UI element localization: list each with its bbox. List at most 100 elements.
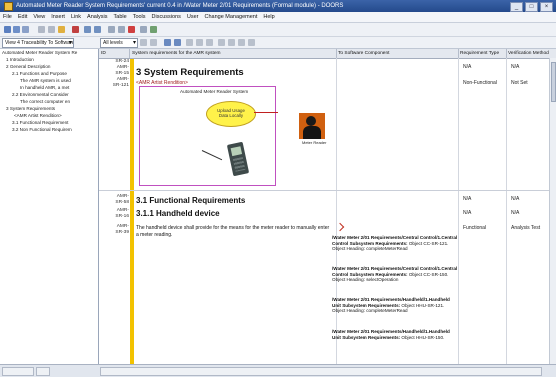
doors-window: Automated Meter Reader System Requiremen… <box>0 0 556 377</box>
id-cell: AMR- SR-16 <box>115 208 129 219</box>
maximize-button[interactable]: □ <box>525 2 538 12</box>
filter-icon[interactable] <box>118 26 125 33</box>
link-entry[interactable]: /Water Meter 2/01 Requirements/Central C… <box>332 266 458 283</box>
vertical-scrollbar[interactable] <box>549 58 556 364</box>
menu-user[interactable]: User <box>184 12 202 22</box>
redo-icon[interactable] <box>94 26 101 33</box>
app-icon <box>4 2 13 11</box>
tree-item-system-requirements[interactable]: 3 System Requirements <box>0 105 98 112</box>
functional-requirements-heading[interactable]: 3.1 Functional Requirements <box>136 196 245 205</box>
verif-method-cell[interactable]: N/A <box>511 64 519 70</box>
italic-icon[interactable] <box>238 39 245 46</box>
col-software-component-header[interactable]: To Software Component <box>336 49 459 58</box>
link-entry[interactable]: /Water Meter 2/01 Requirements/Handheld/… <box>332 329 458 340</box>
menu-file[interactable]: File <box>0 12 15 22</box>
tree-root[interactable]: Automated Meter Reader System Re <box>0 49 98 56</box>
copy-icon[interactable] <box>48 26 55 33</box>
verif-method-cell[interactable]: Analysis Test <box>511 225 551 231</box>
handheld-requirement-text[interactable]: The handheld device shall provide for th… <box>136 225 332 238</box>
verif-method-cell[interactable]: N/A <box>511 210 519 216</box>
req-type-cell[interactable]: N/A <box>463 196 471 202</box>
level-select[interactable]: All levels <box>100 38 138 48</box>
link-icon[interactable] <box>128 26 135 33</box>
tree-item-artist-rendition[interactable]: <AMR Artist Rendition> <box>0 112 98 119</box>
tree-item-general-description[interactable]: 2 General Description <box>0 63 98 70</box>
open-icon[interactable] <box>22 26 29 33</box>
col-requirement-type-header[interactable]: Requirement Type <box>458 49 507 58</box>
insert-object-icon[interactable] <box>164 39 171 46</box>
minimize-button[interactable]: _ <box>510 2 523 12</box>
menu-help[interactable]: Help <box>260 12 277 22</box>
link-entry[interactable]: /Water Meter 2/01 Requirements/Central C… <box>332 235 458 252</box>
link-entry[interactable]: /Water Meter 2/01 Requirements/Handheld/… <box>332 297 458 314</box>
level-down-icon[interactable] <box>150 39 157 46</box>
menu-tools[interactable]: Tools <box>130 12 149 22</box>
ole-icon[interactable] <box>206 39 213 46</box>
verif-method-cell[interactable]: Not Set <box>511 80 528 86</box>
picture-icon[interactable] <box>196 39 203 46</box>
delete-icon[interactable] <box>72 26 79 33</box>
col-id-header[interactable]: ID <box>99 49 130 58</box>
table-icon[interactable] <box>186 39 193 46</box>
close-button[interactable]: × <box>540 2 553 12</box>
column-divider <box>506 58 507 364</box>
selection-bar <box>130 59 134 364</box>
menu-edit[interactable]: Edit <box>15 12 30 22</box>
req-type-cell[interactable]: Non-Functional <box>463 80 497 86</box>
tree-item-handheld-amr[interactable]: In handheld AMR, a met <box>0 84 98 91</box>
sort-icon[interactable] <box>140 26 147 33</box>
tree-item-amr-used[interactable]: The AMR system is used <box>0 77 98 84</box>
refresh-icon[interactable] <box>150 26 157 33</box>
requirements-grid: ID System requirements for the AMR syste… <box>99 49 556 364</box>
spell-check-icon[interactable] <box>218 39 225 46</box>
amr-diagram: Automated Meter Reader System Upload Usa… <box>139 86 278 186</box>
find-icon[interactable] <box>108 26 115 33</box>
save-icon[interactable] <box>4 26 11 33</box>
view-select[interactable]: View 4 Traceability To Software Co... <box>2 38 74 48</box>
underline-icon[interactable] <box>248 39 255 46</box>
verif-method-cell[interactable]: N/A <box>511 196 519 202</box>
col-verification-method-header[interactable]: Verification Method <box>506 49 556 58</box>
cut-icon[interactable] <box>38 26 45 33</box>
handheld-device-image <box>226 141 250 177</box>
req-type-cell[interactable]: N/A <box>463 210 471 216</box>
col-requirements-header[interactable]: System requirements for the AMR system <box>130 49 337 58</box>
menu-table[interactable]: Table <box>111 12 130 22</box>
tree-item-computer-env[interactable]: The correct computer en <box>0 98 98 105</box>
tree-item-functions-purpose[interactable]: 2.1 Functions and Purpose <box>0 70 98 77</box>
id-cell: AMR- SR-39 <box>115 224 129 235</box>
menu-change-management[interactable]: Change Management <box>202 12 261 22</box>
insert-heading-icon[interactable] <box>174 39 181 46</box>
level-up-icon[interactable] <box>140 39 147 46</box>
status-bar <box>0 364 556 377</box>
req-type-cell[interactable]: N/A <box>463 64 471 70</box>
column-divider <box>458 58 459 364</box>
tree-item-non-functional[interactable]: 3.2 Non Functional Requirem <box>0 126 98 133</box>
menu-analysis[interactable]: Analysis <box>84 12 110 22</box>
signal-arrow <box>201 150 223 161</box>
menu-discussions[interactable]: Discussions <box>149 12 184 22</box>
handheld-device-heading[interactable]: 3.1.1 Handheld device <box>136 209 220 218</box>
menu-link[interactable]: Link <box>68 12 84 22</box>
menu-view[interactable]: View <box>30 12 48 22</box>
undo-icon[interactable] <box>84 26 91 33</box>
tree-item-introduction[interactable]: 1 Introduction <box>0 56 98 63</box>
menu-insert[interactable]: Insert <box>48 12 68 22</box>
tree-item-environmental[interactable]: 2.2 Environmental Consider <box>0 91 98 98</box>
status-pane <box>2 367 34 376</box>
bold-icon[interactable] <box>228 39 235 46</box>
status-pane <box>36 367 50 376</box>
req-type-cell[interactable]: Functional <box>463 225 486 231</box>
paste-icon[interactable] <box>58 26 65 33</box>
id-cell: AMR- SR-58 <box>115 194 129 205</box>
outgoing-link-icon[interactable] <box>335 222 345 232</box>
print-icon[interactable] <box>13 26 20 33</box>
connector-line <box>254 112 278 113</box>
scrollbar-thumb[interactable] <box>551 62 556 102</box>
meter-reader-photo <box>299 113 325 139</box>
upload-usage-bubble: Upload Usage Data Locally <box>206 101 256 127</box>
system-requirements-heading[interactable]: 3 System Requirements <box>136 67 244 78</box>
tree-item-functional-requirements[interactable]: 3.1 Functional Requirement <box>0 119 98 126</box>
column-divider <box>336 58 337 364</box>
title-bar: Automated Meter Reader System Requiremen… <box>0 0 556 12</box>
